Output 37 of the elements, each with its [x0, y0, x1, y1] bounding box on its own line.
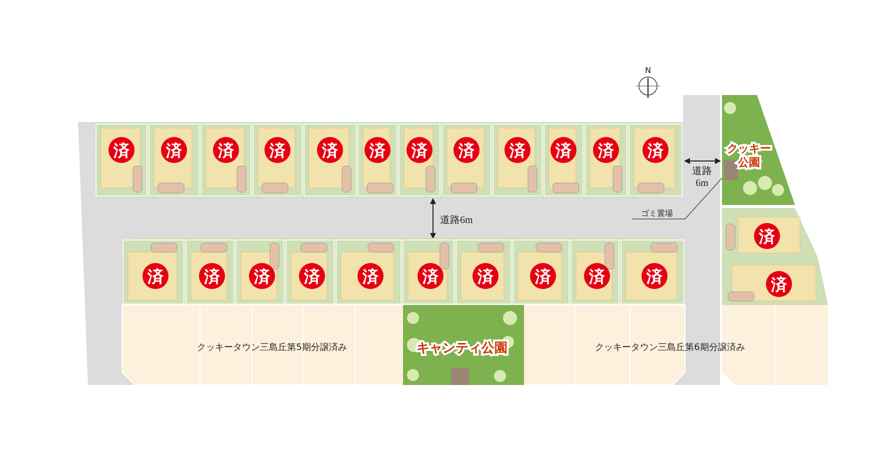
sold-badge: 済	[642, 263, 668, 289]
sold-badge: 済	[199, 263, 225, 289]
sold-badge: 済	[642, 137, 668, 163]
sold-badge: 済	[161, 137, 187, 163]
road-width-arrow	[684, 158, 721, 164]
sold-badge: 済	[766, 271, 792, 297]
sold-badge: 済	[358, 263, 384, 289]
sold-badge: 済	[550, 137, 576, 163]
sold-badge: 済	[364, 137, 390, 163]
sold-badge: 済	[406, 137, 432, 163]
sold-badge: 済	[299, 263, 325, 289]
sold-badge: 済	[264, 137, 290, 163]
road-label: 道路 6m	[692, 166, 712, 189]
road-label: 道路6m	[440, 215, 473, 226]
sold-area-label: クッキータウン三島丘第5期分譲済み	[197, 343, 347, 353]
sold-badge: 済	[754, 223, 780, 249]
road-width-arrow	[430, 198, 436, 239]
sold-badge: 済	[504, 137, 530, 163]
sold-badge: 済	[142, 263, 168, 289]
garbage-area-label: ゴミ置場	[641, 209, 673, 218]
park-name: クッキー 公園	[727, 142, 771, 169]
sold-badge: 済	[249, 263, 275, 289]
sold-badge: 済	[593, 137, 619, 163]
sold-badge: 済	[530, 263, 556, 289]
compass-label: N	[645, 66, 651, 75]
sold-badge: 済	[454, 137, 480, 163]
sold-badge: 済	[584, 263, 610, 289]
shed-drawing	[724, 160, 738, 180]
sold-area-label: クッキータウン三島丘第6期分譲済み	[595, 343, 745, 353]
sold-badge: 済	[213, 137, 239, 163]
compass-icon	[636, 76, 660, 98]
sold-badge: 済	[418, 263, 444, 289]
shed-drawing	[451, 368, 469, 385]
park-name: キャンティ公園	[416, 341, 508, 356]
sold-badge: 済	[472, 263, 498, 289]
sold-badge: 済	[108, 137, 134, 163]
sold-badge: 済	[317, 137, 343, 163]
